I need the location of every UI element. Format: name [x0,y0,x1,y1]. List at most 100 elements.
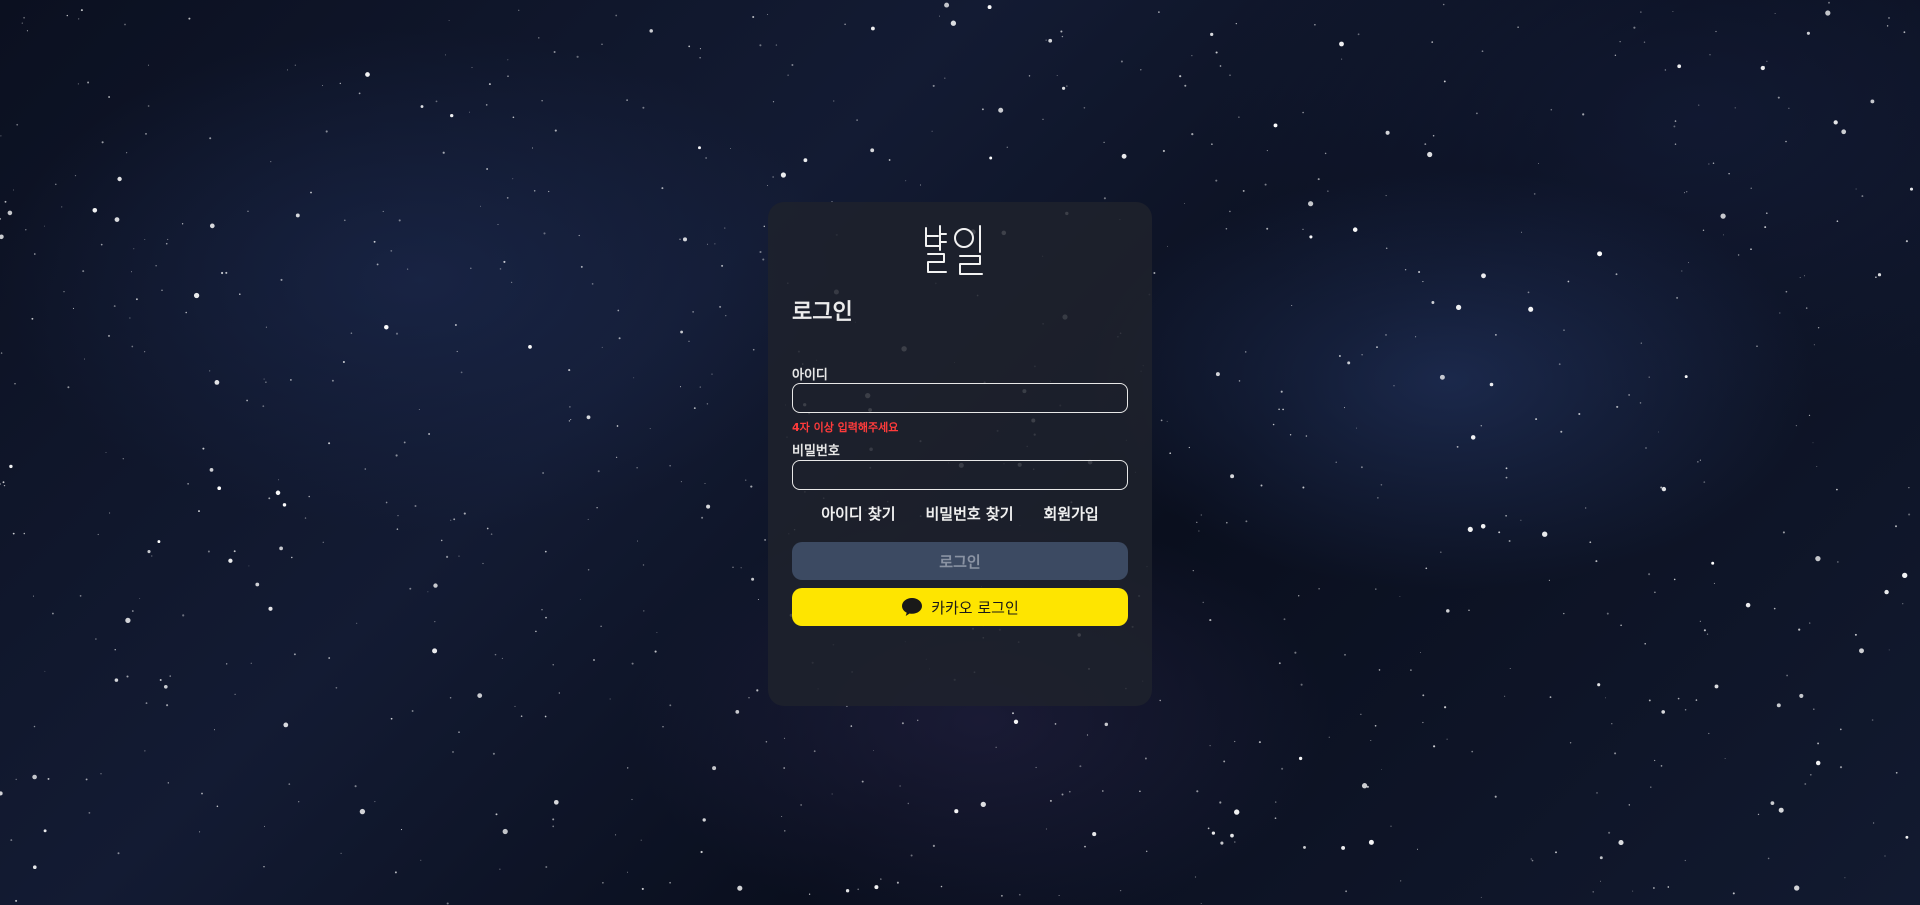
star [1808,414,1811,417]
find-password-link[interactable]: 비밀번호 찾기 [926,503,1014,524]
star [398,219,401,222]
star [107,334,111,337]
star [1767,857,1770,860]
star [1302,111,1304,114]
star [626,99,628,101]
star [0,217,2,220]
star [1844,877,1846,879]
star [435,100,438,103]
star [989,156,993,160]
signup-link[interactable]: 회원가입 [1044,503,1099,524]
star [784,830,786,832]
star [940,885,943,888]
star [1225,227,1228,230]
star [32,774,37,780]
star [1215,372,1220,377]
star [1360,713,1362,715]
star [1238,380,1241,382]
star [0,483,1,485]
star [1661,486,1667,492]
star [209,137,212,140]
star [390,249,393,252]
star [510,281,513,284]
star [1795,424,1798,427]
star [1410,669,1412,671]
star [1209,619,1212,622]
kakao-login-button[interactable]: 카카오 로그인 [792,588,1128,626]
star [1162,149,1165,153]
star [765,740,768,743]
star [279,546,283,551]
star [1341,58,1343,60]
star [1481,50,1484,53]
star [1377,497,1379,499]
star [568,369,571,372]
star [280,278,283,281]
star [1608,831,1611,834]
star [944,77,946,79]
star [263,378,265,380]
star [1328,736,1330,738]
star [656,631,658,634]
star [1836,488,1838,491]
star [1776,703,1781,708]
star [66,14,68,17]
star [1211,143,1213,145]
star [482,562,484,565]
id-input[interactable] [792,383,1128,413]
star [507,59,509,61]
star [1549,696,1552,698]
star [1318,587,1320,590]
star [79,595,82,597]
star [23,532,26,535]
star [268,497,271,500]
star [1877,273,1882,277]
find-id-link[interactable]: 아이디 찾기 [821,503,895,524]
star [1673,578,1676,581]
star [1535,418,1538,421]
star [331,379,334,382]
star [587,569,590,571]
star [752,15,755,19]
star [1385,130,1390,135]
star [1184,84,1187,87]
star [1799,277,1801,279]
star [499,268,502,270]
star [1902,603,1904,605]
star [359,808,366,815]
star [803,158,808,163]
star [1684,192,1686,194]
star [579,598,581,600]
star [1537,162,1540,165]
star [1370,739,1372,741]
star [395,454,398,457]
star [100,243,103,246]
star [1456,445,1459,448]
star [1258,741,1261,744]
star [1229,74,1231,76]
star [596,506,598,509]
star [1560,430,1563,433]
star [1703,481,1706,483]
star [163,684,168,689]
login-button[interactable]: 로그인 [792,542,1128,580]
star [1210,32,1214,37]
star [1782,531,1785,534]
star [1888,649,1890,651]
star [1341,845,1346,850]
password-input[interactable] [792,460,1128,490]
star [1302,486,1305,489]
star [1855,188,1857,190]
star [1674,120,1677,122]
star [1600,880,1601,882]
star [1777,96,1780,99]
star [932,84,935,87]
star [896,881,899,884]
star [456,350,458,353]
star [617,309,620,312]
star [1229,210,1231,213]
star [1597,251,1603,257]
star [1677,64,1682,69]
star [113,305,116,308]
star [1056,75,1058,76]
